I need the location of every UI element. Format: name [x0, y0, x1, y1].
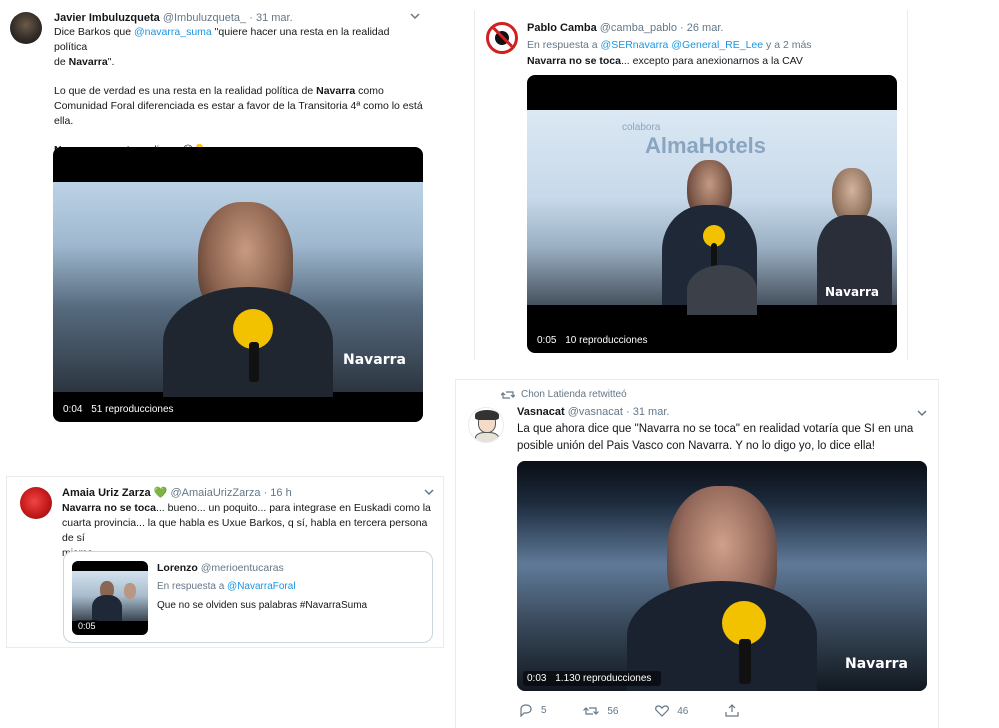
tweet-javier[interactable]: Javier Imbuluzqueta @Imbuluzqueta_ · 31 …: [0, 0, 432, 428]
tweet-amaia[interactable]: Amaia Uriz Zarza 💚 @AmaiaUrizZarza · 16 …: [6, 476, 444, 648]
quoted-header: Lorenzo @merioentucaras: [157, 562, 284, 574]
author-name[interactable]: Javier Imbuluzqueta: [54, 12, 160, 24]
retweet-button[interactable]: 56: [583, 705, 618, 717]
separator: ·: [249, 12, 253, 24]
like-count: 46: [677, 705, 689, 717]
reply-button[interactable]: 5: [519, 704, 547, 717]
quoted-author-handle[interactable]: @merioentucaras: [201, 562, 284, 574]
quoted-tweet[interactable]: 0:05 Lorenzo @merioentucaras En respuest…: [63, 551, 433, 643]
tweet-text: Dice Barkos que @navarra_suma "quiere ha…: [54, 26, 423, 156]
channel-logo: Navarra: [825, 285, 879, 299]
video-duration: 0:05: [75, 620, 99, 632]
quoted-video-thumbnail[interactable]: 0:05: [72, 561, 148, 635]
tweet-time[interactable]: 26 mar.: [687, 22, 724, 34]
video-duration: 0:03: [527, 673, 547, 684]
share-button[interactable]: [725, 704, 747, 717]
tweet-time[interactable]: 16 h: [270, 487, 291, 499]
sponsor-label: colabora: [622, 122, 661, 133]
author-handle[interactable]: @camba_pablo: [600, 22, 677, 34]
tweet-pablo[interactable]: Pablo Camba @camba_pablo · 26 mar. En re…: [474, 10, 908, 360]
avatar[interactable]: [468, 407, 504, 443]
tweet-actions: 5 56 46: [519, 704, 781, 720]
video-stats: 0:04 51 reproducciones: [59, 402, 184, 417]
tweet-text: Navarra no se toca... excepto para anexi…: [527, 55, 803, 67]
video-stats: 0:03 1.130 reproducciones: [523, 671, 662, 686]
video-duration: 0:05: [537, 335, 557, 346]
tweet-time[interactable]: 31 mar.: [256, 12, 293, 24]
tweet-header: Amaia Uriz Zarza 💚 @AmaiaUrizZarza · 16 …: [62, 486, 292, 499]
reply-count: 5: [541, 705, 547, 716]
tweet-time[interactable]: 31 mar.: [633, 406, 670, 418]
author-name[interactable]: Vasnacat: [517, 406, 565, 418]
like-icon: [655, 705, 670, 717]
separator: ·: [680, 22, 684, 34]
avatar[interactable]: [10, 12, 42, 44]
tweet-header: Vasnacat @vasnacat · 31 mar.: [517, 406, 669, 418]
channel-logo: Navarra: [343, 352, 406, 368]
tweet-header: Javier Imbuluzqueta @Imbuluzqueta_ · 31 …: [54, 12, 293, 24]
avatar[interactable]: [20, 487, 52, 519]
retweet-icon: [501, 390, 515, 399]
chevron-down-icon[interactable]: [410, 12, 420, 20]
author-handle[interactable]: @AmaiaUrizZarza: [170, 487, 260, 499]
author-name[interactable]: Pablo Camba: [527, 22, 597, 34]
video-duration: 0:04: [63, 404, 83, 415]
retweeted-by[interactable]: Chon Latienda retwitteó: [521, 389, 627, 400]
quoted-reply-context: En respuesta a @NavarraForal: [157, 581, 296, 592]
retweet-icon: [583, 707, 600, 715]
tweet-text: La que ahora dice que "Navarra no se toc…: [517, 423, 914, 452]
chevron-down-icon[interactable]: [424, 488, 434, 496]
tweet-vasnacat[interactable]: Chon Latienda retwitteó Vasnacat @vasnac…: [455, 379, 939, 728]
author-name[interactable]: Amaia Uriz Zarza: [62, 487, 151, 499]
video-views: 1.130 reproducciones: [555, 673, 652, 684]
avatar[interactable]: [486, 22, 518, 54]
author-handle[interactable]: @vasnacat: [568, 406, 623, 418]
video-player[interactable]: Navarra 0:03 1.130 reproducciones: [517, 461, 927, 691]
video-player[interactable]: Navarra 0:04 51 reproducciones: [53, 147, 423, 422]
separator: ·: [263, 487, 268, 499]
author-handle[interactable]: @Imbuluzqueta_: [163, 12, 246, 24]
video-views: 10 reproducciones: [565, 335, 648, 346]
reply-icon: [520, 704, 532, 717]
reply-mentions[interactable]: @SERnavarra @General_RE_Lee: [601, 39, 764, 51]
retweet-count: 56: [607, 705, 619, 717]
video-views: 51 reproducciones: [91, 404, 174, 415]
chevron-down-icon[interactable]: [917, 409, 927, 417]
sponsor-logo: AlmaHotels: [645, 133, 767, 158]
retweet-context: Chon Latienda retwitteó: [501, 389, 627, 400]
quoted-reply-mention[interactable]: @NavarraForal: [227, 581, 296, 592]
channel-logo: Navarra: [845, 656, 908, 672]
video-stats: 0:05 10 reproducciones: [533, 333, 658, 348]
mention-link[interactable]: @navarra_suma: [134, 26, 212, 38]
share-icon: [725, 704, 739, 717]
quoted-author-name[interactable]: Lorenzo: [157, 562, 198, 574]
separator: ·: [626, 406, 630, 418]
quoted-text: Que no se olviden sus palabras #NavarraS…: [157, 600, 368, 611]
heart-emoji: 💚: [153, 487, 168, 499]
reply-context: En respuesta a @SERnavarra @General_RE_L…: [527, 39, 812, 51]
like-button[interactable]: 46: [655, 705, 688, 717]
video-player[interactable]: colabora AlmaHotels Navarra 0:05 10 repr…: [527, 75, 897, 353]
tweet-header: Pablo Camba @camba_pablo · 26 mar.: [527, 22, 723, 34]
